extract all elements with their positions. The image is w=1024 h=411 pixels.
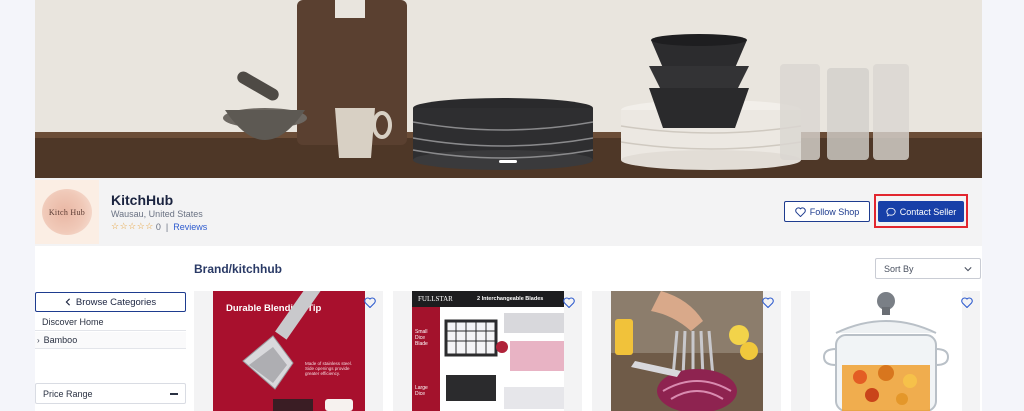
shop-banner [35,0,982,178]
browse-categories-button[interactable]: Browse Categories [35,292,186,312]
chat-bubble-icon [886,207,896,217]
reviews-link[interactable]: Reviews [173,222,207,232]
wishlist-heart-icon[interactable] [960,295,974,309]
shop-location: Wausau, United States [111,209,203,219]
follow-shop-label: Follow Shop [809,206,860,217]
price-range-filter[interactable]: Price Range [35,383,186,404]
carousel-indicator[interactable] [499,160,517,163]
category-label: Bamboo [43,335,78,345]
product-image-label: 2 Interchangeable Blades [477,296,544,302]
sort-select[interactable]: Sort By [875,258,981,279]
follow-shop-button[interactable]: Follow Shop [784,201,870,222]
product-card[interactable]: Durable Blending Tip Made of stainless s… [194,291,383,411]
product-image-onion-holder[interactable] [611,291,763,411]
shop-logo: Kitch Hub [35,180,99,244]
rating-count: 0 [155,221,161,232]
product-card[interactable] [592,291,781,411]
product-image-vegetable-chopper[interactable]: FULLSTAR 2 Interchangeable Blades Small … [412,291,564,411]
product-image-side-2: Large Dice [415,385,428,397]
chevron-left-icon [65,298,70,306]
sort-select-label: Sort By [884,263,914,274]
chevron-down-icon [964,266,972,271]
product-image-hand-blender[interactable]: Durable Blending Tip Made of stainless s… [213,291,365,411]
category-item-discover-home[interactable]: Discover Home [35,314,186,331]
contact-seller-button[interactable]: Contact Seller [878,201,964,222]
product-image-sidebar: Small Dice Blade Large Dice [412,307,440,411]
banner-kitchenware-image [35,0,982,178]
shop-name: KitchHub [111,192,174,208]
chevron-right-icon: › [37,335,40,345]
product-image-side-1: Small Dice Blade [415,329,428,347]
rating-stars-icon: ☆☆☆☆☆ [111,221,154,231]
wishlist-heart-icon[interactable] [761,295,775,309]
wishlist-heart-icon[interactable] [363,295,377,309]
product-image-brand: FULLSTAR [418,295,453,303]
rating-separator: | [165,221,169,232]
category-label: Discover Home [42,317,104,327]
contact-seller-label: Contact Seller [899,206,957,217]
shop-logo-text: Kitch Hub [48,207,86,217]
glass-pot-graphic [810,291,962,411]
shop-page: Kitch Hub KitchHub Wausau, United States… [35,0,982,411]
product-card[interactable]: FULLSTAR 2 Interchangeable Blades Small … [393,291,582,411]
product-image-glass-pot[interactable] [810,291,962,411]
chopper-graphic [444,313,564,409]
category-item-bamboo[interactable]: › Bamboo [35,332,186,349]
onion-slicer-photo [611,291,763,411]
shop-rating: ☆☆☆☆☆ 0 | Reviews [111,221,207,232]
product-card[interactable] [791,291,980,411]
product-image-description: Made of stainless steel. Side openings p… [305,361,353,376]
browse-categories-label: Browse Categories [75,296,157,308]
product-image-banner: FULLSTAR 2 Interchangeable Blades [412,291,564,307]
heart-icon [794,206,806,217]
collapse-minus-icon[interactable] [170,392,178,395]
blender-tip-graphic [242,291,353,411]
price-range-label: Price Range [43,388,93,399]
wishlist-heart-icon[interactable] [562,295,576,309]
catalog-title: Brand/kitchhub [194,262,283,276]
